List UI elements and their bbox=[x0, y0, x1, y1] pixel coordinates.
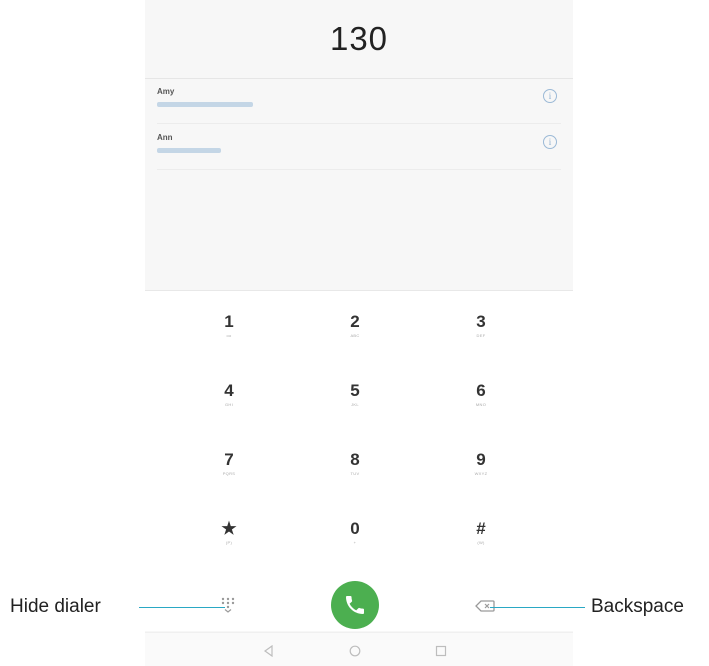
info-icon[interactable]: i bbox=[543, 135, 557, 149]
key-digit: 6 bbox=[476, 381, 486, 400]
key-letters: + bbox=[353, 540, 357, 545]
key-9[interactable]: 9 WXYZ bbox=[451, 429, 511, 481]
key-5[interactable]: 5 JKL bbox=[325, 360, 385, 412]
key-letters: PQRS bbox=[222, 471, 236, 476]
key-7[interactable]: 7 PQRS bbox=[199, 429, 259, 481]
key-letters: ABC bbox=[350, 333, 360, 338]
callout-line-backspace bbox=[490, 607, 585, 608]
callout-hide-dialer: Hide dialer bbox=[10, 596, 101, 617]
divider bbox=[157, 123, 561, 124]
key-digit: 3 bbox=[476, 312, 486, 331]
key-letters: MNO bbox=[475, 402, 487, 407]
key-digit: ★ bbox=[221, 519, 237, 538]
backspace-icon[interactable] bbox=[475, 599, 495, 612]
suggestion-number-blurred bbox=[157, 148, 221, 153]
key-6[interactable]: 6 MNO bbox=[451, 360, 511, 412]
key-digit: 4 bbox=[224, 381, 234, 400]
suggestion-item[interactable]: Amy i bbox=[145, 79, 573, 121]
key-0[interactable]: 0 + bbox=[325, 498, 385, 550]
info-icon[interactable]: i bbox=[543, 89, 557, 103]
key-4[interactable]: 4 GHI bbox=[199, 360, 259, 412]
suggestion-name: Amy bbox=[157, 87, 175, 96]
key-letters: TUV bbox=[350, 471, 360, 476]
key-letters: (P) bbox=[225, 540, 233, 545]
phone-screen: 130 Amy i Ann i 1 oo 2 ABC 3 DEF 4 GHI 5… bbox=[145, 0, 573, 666]
key-digit: # bbox=[476, 519, 486, 538]
screenshot-stage: 130 Amy i Ann i 1 oo 2 ABC 3 DEF 4 GHI 5… bbox=[0, 0, 709, 666]
suggestion-item[interactable]: Ann i bbox=[145, 125, 573, 167]
key-digit: 2 bbox=[350, 312, 360, 331]
key-letters: oo bbox=[226, 333, 232, 338]
key-letters: DEF bbox=[476, 333, 486, 338]
call-button[interactable] bbox=[331, 581, 379, 629]
key-8[interactable]: 8 TUV bbox=[325, 429, 385, 481]
number-display[interactable]: 130 bbox=[145, 0, 573, 79]
recents-square-icon[interactable] bbox=[435, 644, 447, 657]
key-digit: 9 bbox=[476, 450, 486, 469]
suggestion-number-blurred bbox=[157, 102, 253, 107]
key-hash[interactable]: # (W) bbox=[451, 498, 511, 550]
key-star[interactable]: ★ (P) bbox=[199, 498, 259, 550]
callout-backspace: Backspace bbox=[591, 596, 684, 617]
callout-line-hide-dialer bbox=[139, 607, 225, 608]
dial-keypad: 1 oo 2 ABC 3 DEF 4 GHI 5 JKL 6 MNO 7 PQR… bbox=[145, 290, 573, 571]
dialer-action-bar bbox=[145, 571, 573, 631]
key-letters: GHI bbox=[224, 402, 233, 407]
key-digit: 7 bbox=[224, 450, 234, 469]
key-letters: JKL bbox=[351, 402, 359, 407]
suggestion-name: Ann bbox=[157, 133, 173, 142]
phone-icon bbox=[346, 596, 364, 614]
divider bbox=[157, 169, 561, 170]
key-digit: 8 bbox=[350, 450, 360, 469]
key-digit: 1 bbox=[224, 312, 234, 331]
key-digit: 5 bbox=[350, 381, 360, 400]
dialed-number: 130 bbox=[329, 20, 389, 57]
key-letters: (W) bbox=[477, 540, 485, 545]
key-digit: 0 bbox=[350, 519, 360, 538]
dialpad-hide-icon[interactable] bbox=[221, 597, 235, 613]
back-triangle-icon[interactable] bbox=[263, 644, 275, 658]
system-navigation-bar bbox=[145, 632, 573, 666]
home-circle-icon[interactable] bbox=[349, 644, 361, 657]
contact-suggestions: Amy i Ann i bbox=[145, 79, 573, 289]
key-letters: WXYZ bbox=[474, 471, 488, 476]
key-3[interactable]: 3 DEF bbox=[451, 291, 511, 343]
key-2[interactable]: 2 ABC bbox=[325, 291, 385, 343]
key-1[interactable]: 1 oo bbox=[199, 291, 259, 343]
